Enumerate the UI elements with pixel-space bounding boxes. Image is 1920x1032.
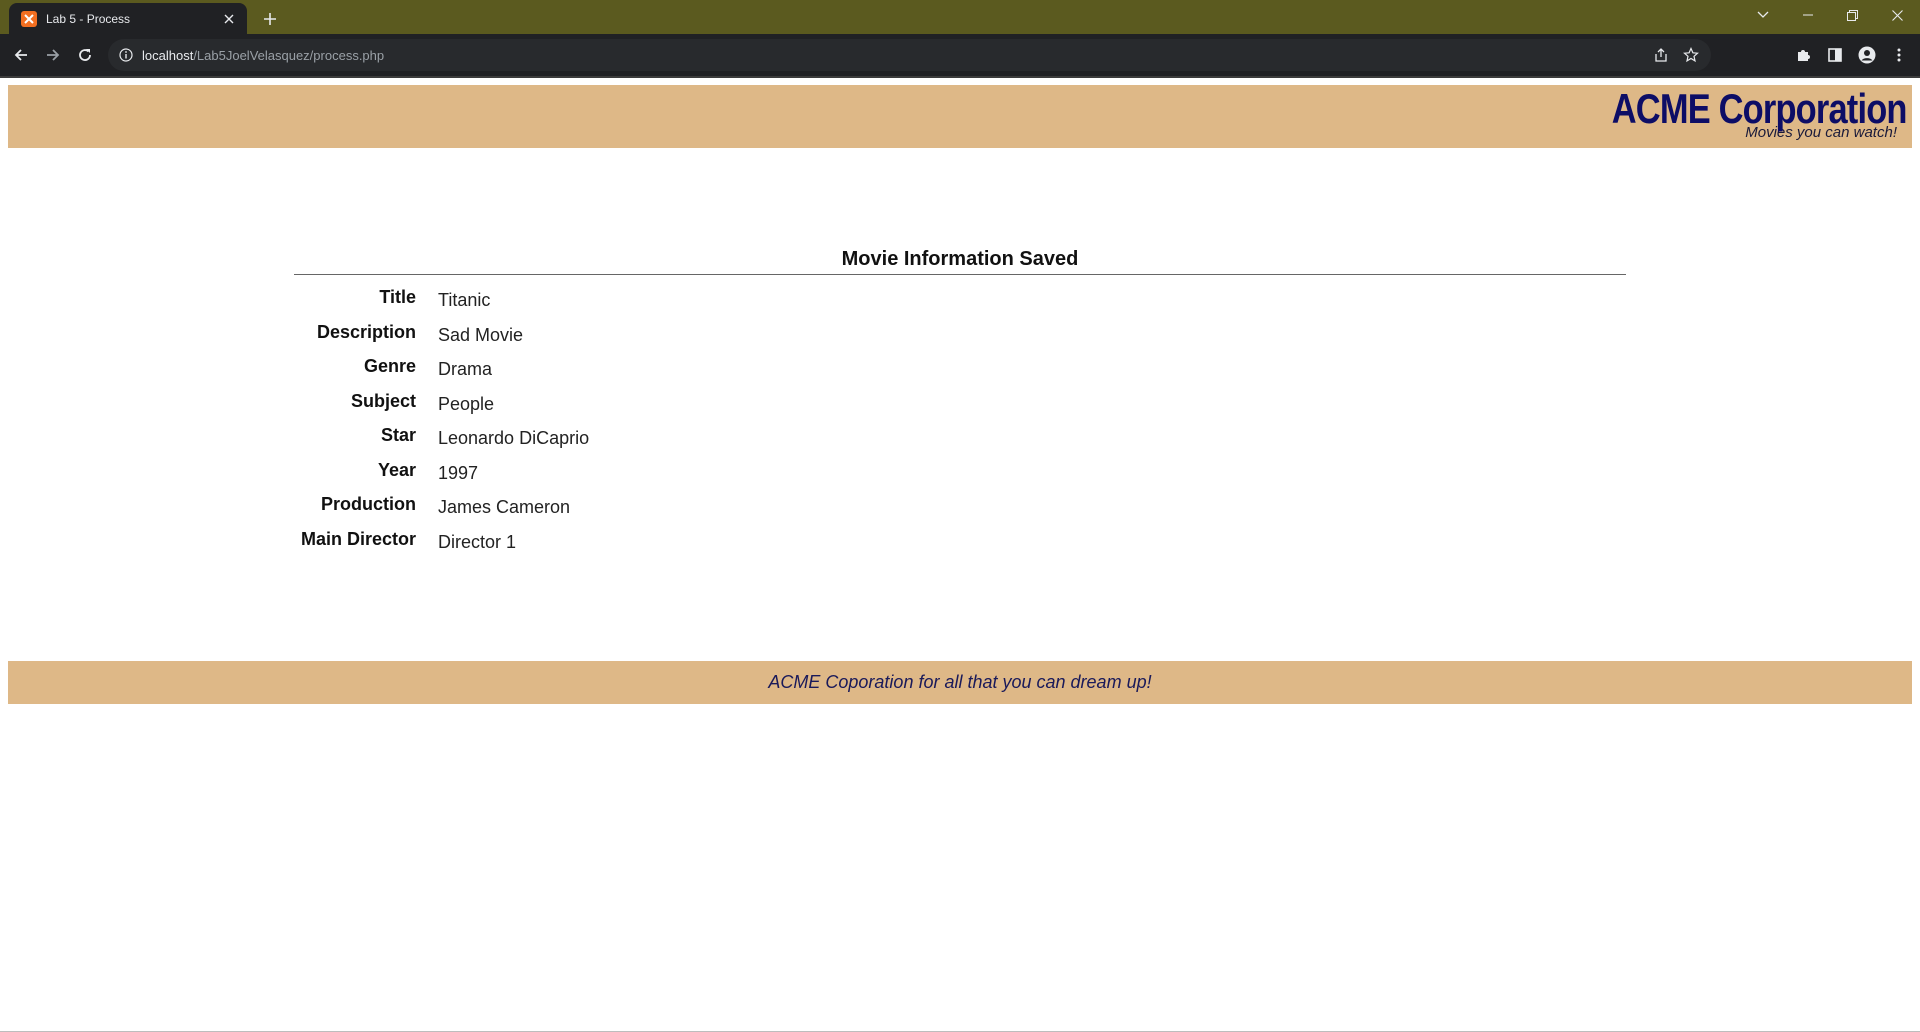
- url-path: /Lab5JoelVelasquez/process.php: [193, 47, 385, 63]
- field-label: Subject: [350, 390, 416, 411]
- field-value: Sad Movie: [438, 324, 524, 345]
- back-arrow-icon[interactable]: [9, 43, 33, 67]
- field-value: Leonardo DiCaprio: [438, 428, 590, 448]
- field-value: Drama: [438, 359, 493, 379]
- field-label: Year: [377, 459, 416, 480]
- table-row: Description Sad Movie: [294, 320, 589, 355]
- site-info-icon[interactable]: [118, 47, 134, 63]
- url-host: localhost: [142, 47, 194, 63]
- movie-info-section: Movie Information Saved Title Titanic De…: [294, 248, 1626, 561]
- field-label: Production: [321, 494, 416, 514]
- table-row: Year 1997: [294, 458, 589, 493]
- tab-close-icon[interactable]: [219, 9, 239, 29]
- side-panel-icon[interactable]: [1822, 43, 1848, 67]
- browser-tab-strip: Lab 5 - Process: [0, 0, 1920, 34]
- field-value: James Cameron: [438, 497, 571, 517]
- extensions-puzzle-icon[interactable]: [1790, 43, 1816, 67]
- share-icon[interactable]: [1649, 43, 1673, 67]
- toolbar-actions: [1790, 43, 1912, 67]
- window-controls: [1740, 0, 1920, 30]
- more-menu-icon[interactable]: [1886, 43, 1912, 67]
- forward-arrow-icon[interactable]: [41, 43, 65, 67]
- table-row: Genre Drama: [294, 354, 589, 389]
- field-value: Director 1: [438, 531, 517, 552]
- page-heading: Movie Information Saved: [841, 248, 1079, 270]
- tab-title: Lab 5 - Process: [46, 11, 131, 26]
- close-window-icon[interactable]: [1875, 0, 1920, 30]
- heading-divider: [294, 274, 1626, 275]
- site-footer: ACME Coporation for all that you can dre…: [8, 661, 1912, 704]
- restore-icon[interactable]: [1830, 0, 1875, 30]
- url-text: localhost/Lab5JoelVelasquez/process.php: [142, 48, 384, 63]
- minimize-icon[interactable]: [1785, 0, 1830, 30]
- field-label: Description: [316, 321, 416, 342]
- table-row: Subject People: [294, 389, 589, 424]
- browser-tab-active[interactable]: Lab 5 - Process: [9, 3, 247, 34]
- brand-block: ACME Corporation Movies you can watch!: [1547, 85, 1908, 142]
- browser-toolbar: localhost/Lab5JoelVelasquez/process.php: [0, 34, 1920, 76]
- brand-name: ACME Corporation: [1612, 85, 1908, 132]
- field-value: People: [438, 393, 495, 414]
- reload-icon[interactable]: [73, 43, 97, 67]
- field-label: Main Director: [300, 528, 416, 549]
- address-bar[interactable]: localhost/Lab5JoelVelasquez/process.php: [108, 39, 1711, 71]
- address-bar-actions: [1649, 43, 1703, 67]
- profile-avatar-icon[interactable]: [1854, 43, 1880, 67]
- site-header: ACME Corporation Movies you can watch!: [8, 85, 1912, 148]
- field-label: Title: [379, 287, 416, 307]
- web-page: ACME Corporation Movies you can watch! M…: [0, 78, 1920, 1032]
- movie-info-table: Title Titanic Description Sad Movie Genr…: [294, 285, 589, 561]
- field-value: Titanic: [438, 290, 491, 310]
- footer-text: ACME Coporation for all that you can dre…: [768, 672, 1152, 692]
- bookmark-star-icon[interactable]: [1679, 43, 1703, 67]
- field-label: Genre: [363, 356, 416, 376]
- new-tab-plus-icon[interactable]: [258, 7, 282, 31]
- field-value: 1997: [438, 462, 479, 483]
- tab-search-chevron-down-icon[interactable]: [1740, 0, 1785, 30]
- table-row: Star Leonardo DiCaprio: [294, 423, 589, 458]
- table-row: Main Director Director 1: [294, 527, 589, 562]
- table-row: Production James Cameron: [294, 492, 589, 527]
- field-label: Star: [380, 425, 416, 445]
- xampp-favicon-icon: [21, 10, 37, 27]
- table-row: Title Titanic: [294, 285, 589, 320]
